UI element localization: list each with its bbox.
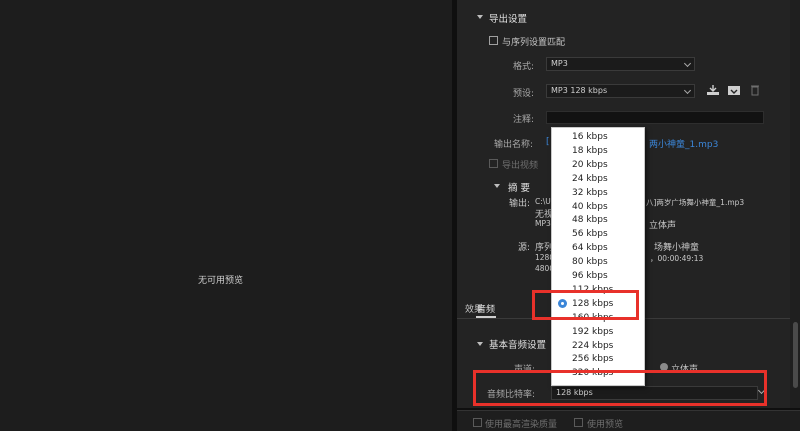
bitrate-option[interactable]: 24 kbps xyxy=(552,172,644,186)
summary-output-line3-right: 立体声 xyxy=(649,221,677,231)
output-name-label: 输出名称: xyxy=(494,140,534,150)
bitrate-option[interactable]: 192 kbps xyxy=(552,325,644,339)
bitrate-option[interactable]: 96 kbps xyxy=(552,269,644,283)
import-preset-icon[interactable] xyxy=(727,84,741,96)
trash-icon[interactable] xyxy=(750,84,760,96)
bitrate-option[interactable]: 56 kbps xyxy=(552,227,644,241)
save-preset-icon[interactable] xyxy=(706,84,720,96)
use-preview-label: 使用预览 xyxy=(587,420,624,430)
max-render-quality-checkbox[interactable] xyxy=(473,418,482,427)
preset-select[interactable]: MP3 128 kbps xyxy=(546,84,695,98)
bitrate-option[interactable]: 16 kbps xyxy=(552,130,644,144)
summary-output-path-left: C:\U xyxy=(535,197,551,206)
comment-label: 注释: xyxy=(513,115,535,125)
highlight-bitrate-field xyxy=(473,370,767,406)
summary-title: 摘 要 xyxy=(508,183,531,194)
summary-output-line3-left: MP3 xyxy=(535,219,551,228)
output-name-bracket[interactable]: [ xyxy=(546,137,550,147)
summary-source-line1-right: 场舞小神童 xyxy=(654,243,700,253)
export-video-label: 导出视频 xyxy=(502,161,539,171)
match-sequence-label: 与序列设置匹配 xyxy=(502,38,566,48)
export-settings-title: 导出设置 xyxy=(489,14,528,25)
collapse-summary-icon[interactable] xyxy=(494,184,500,188)
preset-label: 预设: xyxy=(513,89,535,99)
bitrate-option[interactable]: 80 kbps xyxy=(552,255,644,269)
no-preview-text: 无可用预览 xyxy=(198,276,244,286)
preset-select-value: MP3 128 kbps xyxy=(551,86,608,95)
format-select[interactable]: MP3 xyxy=(546,57,695,71)
format-label: 格式: xyxy=(513,62,535,72)
summary-output-label: 输出: xyxy=(509,199,531,209)
summary-output-path-right: 八]两岁广场舞小神童_1.mp3 xyxy=(646,198,745,207)
chevron-down-icon xyxy=(683,86,692,95)
tab-audio-underline xyxy=(476,316,496,318)
bitrate-option[interactable]: 20 kbps xyxy=(552,158,644,172)
max-render-quality-label: 使用最高渲染质量 xyxy=(485,420,558,430)
chevron-down-icon xyxy=(683,59,692,68)
bitrate-option[interactable]: 224 kbps xyxy=(552,339,644,353)
highlight-selected-bitrate xyxy=(532,290,639,320)
tab-audio[interactable]: 音频 xyxy=(477,302,495,315)
match-sequence-checkbox[interactable] xyxy=(489,36,498,45)
bitrate-option[interactable]: 48 kbps xyxy=(552,213,644,227)
scrollbar-thumb[interactable] xyxy=(793,322,798,388)
collapse-basic-audio-icon[interactable] xyxy=(477,342,483,346)
bitrate-option[interactable]: 64 kbps xyxy=(552,241,644,255)
bitrate-option[interactable]: 18 kbps xyxy=(552,144,644,158)
bitrate-option[interactable]: 40 kbps xyxy=(552,200,644,214)
output-name-link[interactable]: 两小神童_1.mp3 xyxy=(649,137,718,150)
basic-audio-title: 基本音频设置 xyxy=(489,340,547,351)
summary-source-label: 源: xyxy=(518,243,531,253)
bitrate-option[interactable]: 32 kbps xyxy=(552,186,644,200)
use-preview-checkbox[interactable] xyxy=(574,418,583,427)
bitrate-option[interactable]: 256 kbps xyxy=(552,352,644,366)
bitrate-dropdown-list[interactable]: 16 kbps 18 kbps 20 kbps 24 kbps 32 kbps 40 kb… xyxy=(551,127,645,386)
preview-area: 无可用预览 xyxy=(0,0,452,431)
format-select-value: MP3 xyxy=(551,59,568,68)
comment-input[interactable] xyxy=(546,111,764,124)
export-video-checkbox[interactable] xyxy=(489,159,498,168)
collapse-export-settings-icon[interactable] xyxy=(477,15,483,19)
summary-source-line2-right: ，00:00:49:13 xyxy=(650,254,704,263)
